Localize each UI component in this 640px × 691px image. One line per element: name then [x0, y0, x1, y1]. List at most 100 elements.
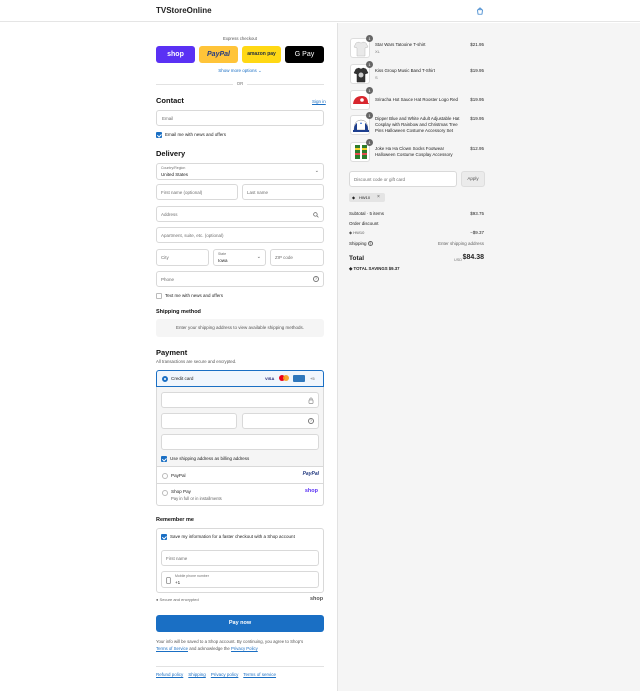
chevron-down-icon: ⌄: [256, 254, 261, 260]
email-news-label: Email me with news and offers: [165, 132, 226, 137]
shipping-method-box: Enter your shipping address to view avai…: [156, 319, 324, 337]
delivery-heading: Delivery: [156, 149, 186, 158]
google-pay-button[interactable]: G Pay: [285, 46, 324, 63]
shop-first-name-field[interactable]: First name: [161, 550, 319, 566]
mobile-value: +1: [175, 580, 181, 585]
credit-card-radio[interactable]: [162, 376, 168, 382]
amazon-pay-button[interactable]: amazon pay: [242, 46, 281, 63]
expiration-field[interactable]: [161, 413, 237, 429]
bag-icon[interactable]: [476, 7, 484, 15]
quantity-badge: 1: [366, 61, 373, 68]
discount-tag-label: HW10: [359, 195, 371, 200]
total-label: Total: [349, 255, 365, 262]
mastercard-icon: [279, 375, 289, 382]
discount-value: −$9.37: [470, 230, 484, 235]
store-logo[interactable]: TVStoreOnline: [156, 6, 212, 15]
shop-logo: shop: [304, 488, 318, 494]
name-on-card-field[interactable]: [161, 434, 319, 450]
first-name-field[interactable]: First name (optional): [156, 184, 238, 200]
city-placeholder: City: [161, 255, 169, 260]
product-variant: S: [375, 75, 378, 80]
help-icon[interactable]: ?: [313, 276, 319, 282]
last-name-field[interactable]: Last name: [242, 184, 324, 200]
address-field[interactable]: Address: [156, 206, 324, 222]
shipping-value: Enter shipping address: [437, 241, 484, 246]
shop-pay-button[interactable]: shop: [156, 46, 195, 63]
contact-heading: Contact: [156, 96, 184, 105]
email-news-checkbox[interactable]: [156, 132, 162, 138]
city-field[interactable]: City: [156, 249, 209, 266]
secure-label: Secure and encrypted: [159, 597, 199, 602]
terms-of-service-link[interactable]: Terms of service: [243, 672, 276, 677]
help-icon[interactable]: ?: [308, 418, 314, 424]
credit-card-option[interactable]: Credit card VISA +5: [156, 370, 324, 387]
phone-field[interactable]: Phone ?: [156, 271, 324, 287]
phone-placeholder: Phone: [161, 277, 175, 282]
chevron-down-icon: ⌄: [258, 68, 262, 73]
product-price: $19.95: [470, 97, 484, 102]
amex-icon: [293, 375, 305, 382]
shop-pay-option[interactable]: Shop Pay Pay in full or in installments …: [156, 484, 324, 506]
legal-line: Your info will be saved to a Shop accoun…: [156, 639, 304, 644]
credit-card-label: Credit card: [171, 376, 194, 381]
paypal-label: PayPal: [171, 473, 186, 478]
billing-same-label: Use shipping address as billing address: [170, 456, 250, 461]
mobile-phone-field[interactable]: Mobile phone number +1: [161, 571, 319, 588]
save-info-checkbox[interactable]: [161, 534, 167, 540]
zip-field[interactable]: ZIP code: [270, 249, 324, 266]
security-code-field[interactable]: ?: [242, 413, 319, 429]
paypal-logo: PayPal: [302, 471, 319, 477]
show-more-options-link[interactable]: Show more options ⌄: [210, 68, 270, 74]
subtotal-label: Subtotal · 5 items: [349, 211, 385, 216]
card-number-field[interactable]: [161, 392, 319, 408]
email-field[interactable]: Email: [156, 110, 324, 126]
country-label: Country/Region: [161, 166, 186, 170]
secure-note: ● Secure and encrypted: [156, 597, 199, 602]
apply-button[interactable]: Apply: [461, 171, 485, 187]
state-select[interactable]: State Iowa ⌄: [213, 249, 266, 266]
pay-now-button[interactable]: Pay now: [156, 615, 324, 632]
legal-and: and acknowledge the: [189, 646, 230, 651]
search-icon: [313, 212, 319, 218]
product-name: Kiss Group Music Band T-Shirt: [375, 68, 435, 73]
shop-terms-link[interactable]: Terms of Service: [156, 646, 188, 651]
divider: [156, 666, 324, 667]
country-select[interactable]: Country/Region United States ⌄: [156, 163, 324, 180]
discount-placeholder: Discount code or gift card: [354, 177, 406, 182]
product-price: $19.95: [470, 68, 484, 73]
help-icon[interactable]: ?: [367, 241, 373, 246]
refund-policy-link[interactable]: Refund policy: [156, 672, 183, 677]
show-more-label: Show more options: [218, 68, 257, 73]
payment-heading: Payment: [156, 348, 188, 357]
zip-placeholder: ZIP code: [275, 255, 293, 260]
visa-icon: VISA: [265, 376, 275, 381]
shop-privacy-link[interactable]: Privacy Policy: [231, 646, 258, 651]
express-checkout-label: Express checkout: [223, 36, 257, 41]
tag-icon: ◆: [349, 230, 353, 235]
privacy-policy-link[interactable]: Privacy policy: [211, 672, 239, 677]
product-name: Joke Ha Ha Clown Socks Footwear Hallowee…: [375, 146, 453, 157]
discount-code-field[interactable]: Discount code or gift card: [349, 171, 457, 187]
apartment-placeholder: Apartment, suite, etc. (optional): [161, 233, 224, 238]
remember-me-heading: Remember me: [156, 517, 194, 523]
total-savings-value: $9.37: [388, 266, 400, 271]
shipping-policy-link[interactable]: Shipping: [188, 672, 206, 677]
product-price: $12.95: [470, 146, 484, 151]
apartment-field[interactable]: Apartment, suite, etc. (optional): [156, 227, 324, 243]
paypal-option[interactable]: PayPal PayPal: [156, 467, 324, 484]
shop-logo: shop: [310, 596, 324, 602]
mobile-label: Mobile phone number: [175, 574, 209, 578]
sign-in-link[interactable]: Sign in: [312, 99, 326, 104]
chevron-down-icon: ⌄: [314, 168, 319, 174]
footer-links: Refund policy Shipping Privacy policy Te…: [156, 672, 276, 677]
text-news-checkbox[interactable]: [156, 293, 162, 299]
product-name: Sriracha Hot Sauce Hat Rooster Logo Red: [375, 97, 458, 102]
shipping-row: Shipping ?: [349, 241, 373, 246]
text-news-label: Text me with news and offers: [165, 293, 223, 298]
shop-pay-radio[interactable]: [162, 490, 168, 496]
state-value: Iowa: [218, 258, 228, 263]
remove-discount-icon[interactable]: ×: [377, 194, 380, 200]
paypal-radio[interactable]: [162, 473, 168, 479]
paypal-button[interactable]: PayPal: [199, 46, 238, 63]
billing-same-checkbox[interactable]: [161, 456, 167, 462]
